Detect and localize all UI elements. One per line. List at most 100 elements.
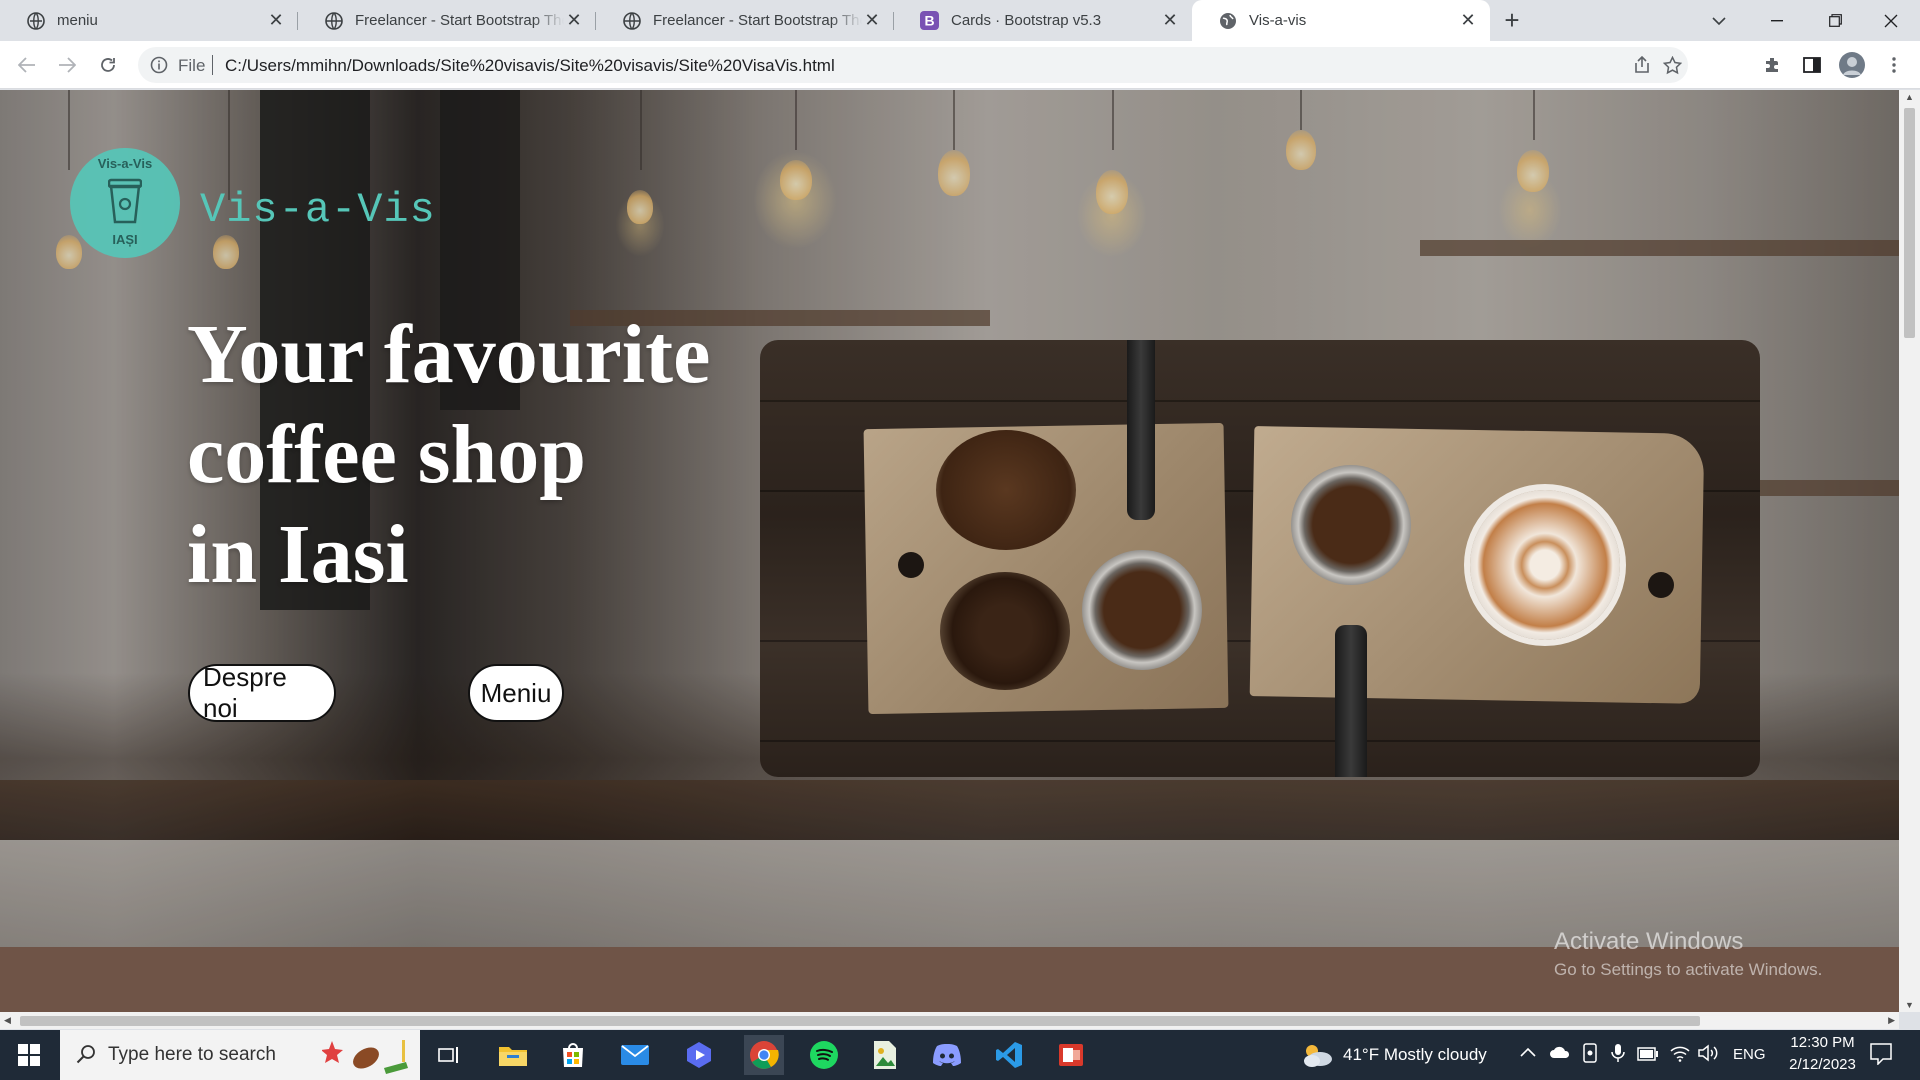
tab-search-icon[interactable] <box>1690 0 1748 41</box>
notification-center-icon[interactable] <box>1870 1043 1892 1070</box>
url-text[interactable]: C:/Users/mmihn/Downloads/Site%20visavis/… <box>225 56 835 76</box>
device-icon[interactable] <box>1582 1043 1598 1068</box>
vertical-scrollbar[interactable]: ▲ ▼ <box>1899 90 1920 1012</box>
search-icon <box>76 1044 96 1070</box>
tab-title: Freelancer - Start Bootstrap Them <box>355 12 564 29</box>
onedrive-cloud-icon[interactable] <box>1549 1044 1571 1064</box>
globe-icon <box>26 11 45 30</box>
info-icon[interactable] <box>150 56 168 74</box>
bootstrap-icon: B <box>920 11 939 30</box>
address-divider <box>212 55 213 75</box>
restore-icon[interactable] <box>1806 0 1864 41</box>
back-icon[interactable] <box>13 51 41 79</box>
headline-line-1: Your favourite <box>187 308 711 401</box>
headline-line-3: in Iasi <box>187 508 409 601</box>
tab-freelancer-1[interactable]: Freelancer - Start Bootstrap Them ✕ <box>298 0 596 41</box>
extensions-icon[interactable] <box>1758 51 1786 79</box>
side-panel-icon[interactable] <box>1798 51 1826 79</box>
activation-watermark-title: Activate Windows <box>1554 928 1744 955</box>
avatar[interactable] <box>1838 51 1866 79</box>
svg-text:B: B <box>924 13 934 29</box>
task-view-icon[interactable] <box>432 1038 466 1072</box>
close-tab-icon[interactable]: ✕ <box>564 10 584 31</box>
clock-date[interactable]: 2/12/2023 <box>1780 1056 1865 1073</box>
office-app-icon[interactable] <box>1054 1038 1088 1072</box>
horizontal-scrollbar[interactable]: ◀ ▶ <box>0 1012 1899 1029</box>
vscode-icon[interactable] <box>992 1038 1026 1072</box>
close-tab-icon[interactable]: ✕ <box>266 10 286 31</box>
vertical-scroll-thumb[interactable] <box>1904 108 1915 338</box>
battery-icon[interactable] <box>1637 1046 1659 1066</box>
scroll-left-arrow-icon[interactable]: ◀ <box>4 1015 11 1026</box>
weather-cloudy-icon[interactable] <box>1300 1038 1334 1072</box>
close-window-icon[interactable] <box>1862 0 1920 41</box>
tab-freelancer-2[interactable]: Freelancer - Start Bootstrap Them ✕ <box>596 0 894 41</box>
browser-tab-strip: meniu ✕ Freelancer - Start Bootstrap The… <box>0 0 1920 41</box>
portafilter-handle <box>1335 625 1367 777</box>
close-tab-icon[interactable]: ✕ <box>862 10 882 31</box>
horizontal-scroll-thumb[interactable] <box>20 1016 1700 1026</box>
mail-icon[interactable] <box>618 1038 652 1072</box>
scroll-right-arrow-icon[interactable]: ▶ <box>1888 1015 1895 1026</box>
board-hole <box>1648 572 1674 598</box>
coffee-photo <box>760 340 1760 777</box>
activation-watermark-subtitle: Go to Settings to activate Windows. <box>1554 960 1823 979</box>
globe-icon <box>622 11 641 30</box>
tab-bootstrap-cards[interactable]: B Cards · Bootstrap v5.3 ✕ <box>894 0 1192 41</box>
new-tab-button[interactable]: + <box>1490 0 1534 41</box>
file-explorer-icon[interactable] <box>496 1038 530 1072</box>
close-tab-icon[interactable]: ✕ <box>1458 10 1478 31</box>
globe-icon <box>324 11 343 30</box>
about-us-button[interactable]: Despre noi <box>188 662 336 723</box>
brand-name[interactable]: Vis-a-Vis <box>200 186 436 234</box>
portafilter-basket <box>1291 465 1411 585</box>
coffee-beans <box>940 572 1070 690</box>
tab-title: meniu <box>57 12 98 29</box>
minimize-icon[interactable] <box>1748 0 1806 41</box>
tab-title: Cards · Bootstrap v5.3 <box>951 12 1102 29</box>
discord-icon[interactable] <box>930 1038 964 1072</box>
microsoft-store-icon[interactable] <box>556 1038 590 1072</box>
coffee-grounds <box>936 430 1076 550</box>
forward-icon[interactable] <box>53 51 81 79</box>
kebab-menu-icon[interactable] <box>1880 51 1908 79</box>
address-bar[interactable]: File C:/Users/mmihn/Downloads/Site%20vis… <box>138 47 1688 83</box>
board-hole <box>898 552 924 578</box>
image-viewer-icon[interactable] <box>868 1038 902 1072</box>
wood-grain <box>760 740 1760 742</box>
wood-grain <box>760 400 1760 402</box>
language-indicator[interactable]: ENG <box>1733 1046 1766 1063</box>
site-logo[interactable]: Vis-a-Vis IAȘI <box>70 148 180 258</box>
tab-vis-a-vis[interactable]: Vis-a-vis ✕ <box>1192 0 1490 41</box>
menu-button[interactable]: Meniu <box>468 664 564 722</box>
share-icon[interactable] <box>1628 51 1656 79</box>
wifi-icon[interactable] <box>1670 1044 1690 1067</box>
tab-title: Vis-a-vis <box>1249 12 1307 29</box>
clock-time[interactable]: 12:30 PM <box>1780 1034 1865 1051</box>
microphone-icon[interactable] <box>1611 1043 1625 1068</box>
search-placeholder: Type here to search <box>108 1044 276 1065</box>
windows-start-icon[interactable] <box>12 1038 46 1072</box>
page-viewport: Vis-a-Vis IAȘI Vis-a-Vis Your favourite … <box>0 90 1899 1012</box>
taskbar-search-box[interactable]: Type here to search <box>60 1030 420 1080</box>
chrome-icon[interactable] <box>744 1035 784 1075</box>
logo-ring-text-bottom: IAȘI <box>112 232 138 247</box>
tab-title: Freelancer - Start Bootstrap Them <box>653 12 862 29</box>
video-editor-icon[interactable] <box>682 1038 716 1072</box>
weather-text[interactable]: 41°F Mostly cloudy <box>1343 1045 1487 1065</box>
search-highlight-icon <box>321 1036 412 1080</box>
scheme-label: File <box>178 56 206 75</box>
scroll-up-arrow-icon[interactable]: ▲ <box>1905 92 1914 102</box>
coffee-cup-icon <box>107 176 143 229</box>
close-tab-icon[interactable]: ✕ <box>1160 10 1180 31</box>
portafilter-handle <box>1127 340 1155 520</box>
reload-icon[interactable] <box>94 51 122 79</box>
volume-icon[interactable] <box>1698 1044 1720 1067</box>
spotify-icon[interactable] <box>807 1038 841 1072</box>
scroll-down-arrow-icon[interactable]: ▼ <box>1905 1000 1914 1010</box>
chevron-up-icon[interactable] <box>1520 1042 1536 1062</box>
tab-meniu[interactable]: meniu ✕ <box>0 0 298 41</box>
globe-icon <box>1218 11 1237 30</box>
bookmark-star-icon[interactable] <box>1658 51 1686 79</box>
logo-ring-text-top: Vis-a-Vis <box>97 156 153 171</box>
